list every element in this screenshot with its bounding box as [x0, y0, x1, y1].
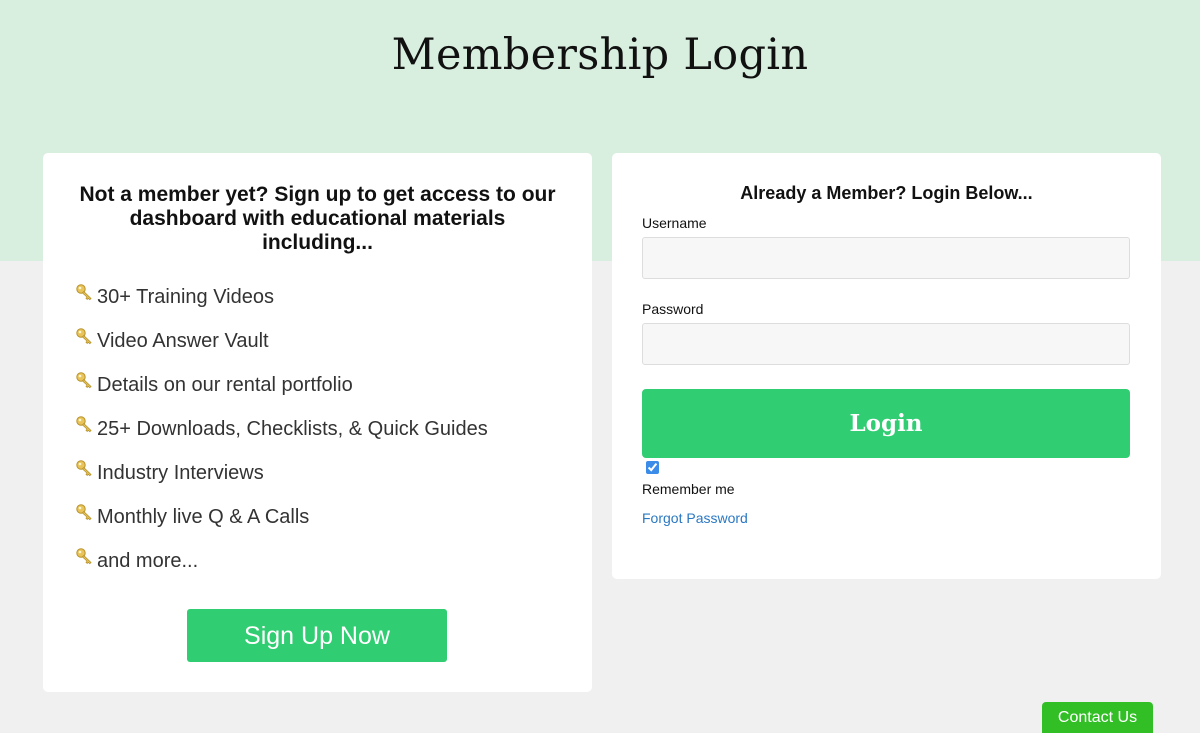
forgot-password-link[interactable]: Forgot Password [642, 510, 748, 526]
key-icon [76, 328, 92, 345]
benefit-item: Video Answer Vault [73, 325, 488, 369]
login-card: Already a Member? Login Below... Usernam… [612, 153, 1161, 579]
benefit-label: Industry Interviews [97, 462, 264, 484]
login-button[interactable]: Login [642, 389, 1130, 458]
benefit-item: 30+ Training Videos [73, 281, 488, 325]
key-icon [76, 416, 92, 433]
remember-me-label[interactable]: Remember me [642, 481, 735, 497]
benefit-label: Monthly live Q & A Calls [97, 506, 310, 528]
page-title: Membership Login [391, 30, 809, 80]
key-icon [76, 372, 92, 389]
benefit-item: Details on our rental portfolio [73, 369, 488, 413]
benefit-label: Video Answer Vault [97, 330, 269, 352]
key-icon [76, 460, 92, 477]
login-heading: Already a Member? Login Below... [740, 183, 1033, 203]
benefit-item: and more... [73, 545, 488, 589]
password-label: Password [642, 301, 704, 317]
benefit-item: Industry Interviews [73, 457, 488, 501]
benefit-item: Monthly live Q & A Calls [73, 501, 488, 545]
benefit-label: 30+ Training Videos [97, 286, 274, 308]
sign-up-button[interactable]: Sign Up Now [187, 609, 447, 662]
password-input[interactable] [642, 323, 1130, 365]
key-icon [76, 504, 92, 521]
signup-heading: Not a member yet? Sign up to get access … [79, 183, 556, 254]
username-label: Username [642, 215, 707, 231]
key-icon [76, 284, 92, 301]
benefits-list: 30+ Training Videos Video Answer Vault D… [73, 281, 488, 589]
username-input[interactable] [642, 237, 1130, 279]
remember-me-checkbox[interactable] [646, 461, 659, 474]
contact-us-button[interactable]: Contact Us [1042, 702, 1153, 733]
benefit-label: 25+ Downloads, Checklists, & Quick Guide… [97, 418, 488, 440]
benefit-label: and more... [97, 550, 199, 572]
signup-card: Not a member yet? Sign up to get access … [43, 153, 592, 692]
benefit-label: Details on our rental portfolio [97, 374, 353, 396]
key-icon [76, 548, 92, 565]
benefit-item: 25+ Downloads, Checklists, & Quick Guide… [73, 413, 488, 457]
